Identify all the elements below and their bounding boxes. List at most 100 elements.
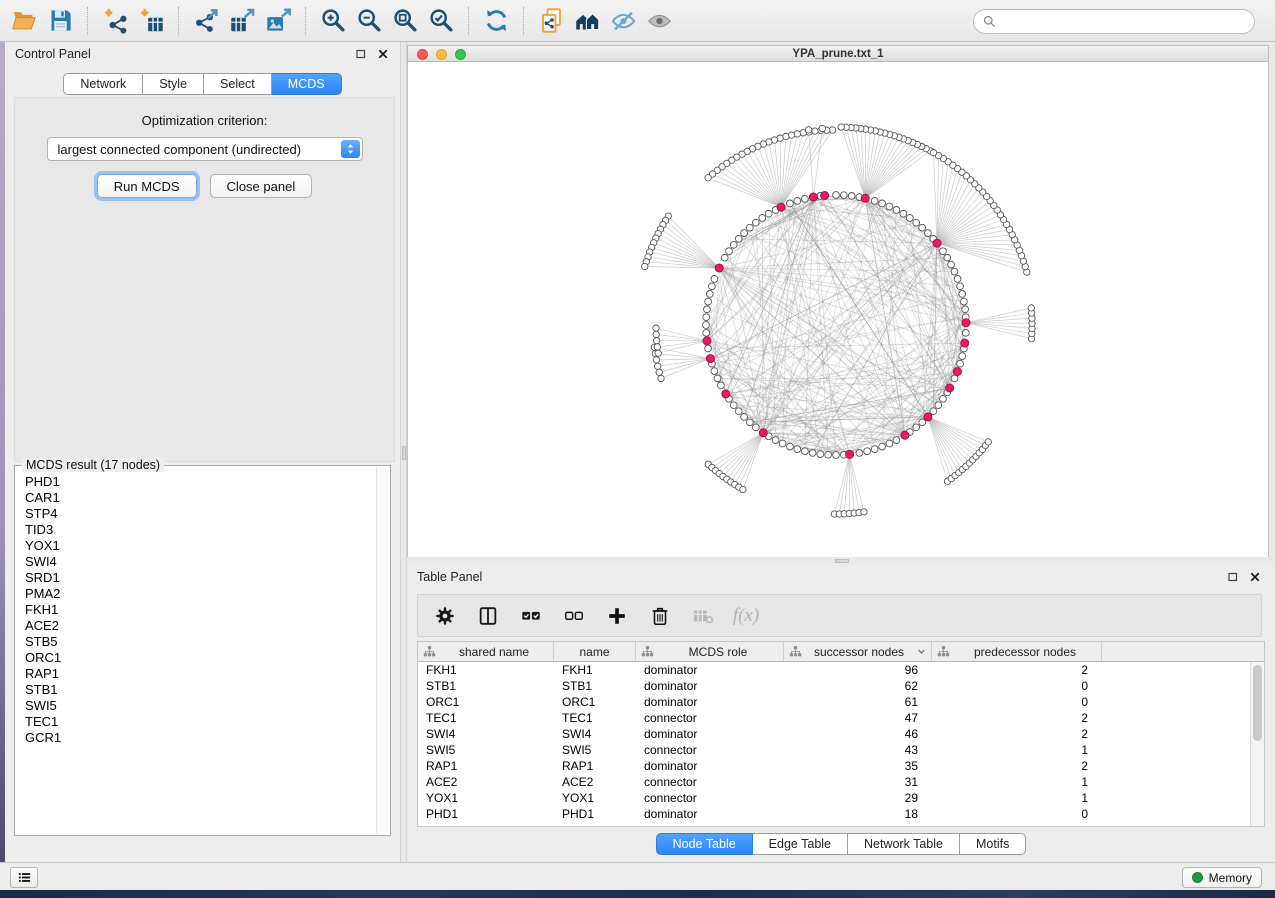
network-node[interactable] xyxy=(879,200,886,207)
zoom-out-button[interactable] xyxy=(351,3,387,39)
network-mcds-node[interactable] xyxy=(961,339,969,347)
hide-selected-button[interactable] xyxy=(605,3,641,39)
network-mcds-node[interactable] xyxy=(715,264,723,272)
float-panel-button[interactable] xyxy=(353,46,368,61)
network-node[interactable] xyxy=(906,215,913,222)
network-mcds-node[interactable] xyxy=(953,368,961,376)
memory-button[interactable]: Memory xyxy=(1182,867,1262,888)
network-node[interactable] xyxy=(913,219,920,226)
network-node[interactable] xyxy=(746,224,753,231)
network-node[interactable] xyxy=(726,248,733,255)
network-node[interactable] xyxy=(759,215,766,222)
network-node[interactable] xyxy=(913,424,920,431)
column-header-predecessor-nodes[interactable]: predecessor nodes xyxy=(932,642,1102,661)
network-node[interactable] xyxy=(705,175,711,181)
splitter-grip[interactable] xyxy=(402,446,406,460)
open-file-button[interactable] xyxy=(6,3,42,39)
network-node[interactable] xyxy=(735,408,742,415)
network-node[interactable] xyxy=(893,437,900,444)
network-node[interactable] xyxy=(704,306,711,313)
network-node[interactable] xyxy=(655,350,661,356)
network-node[interactable] xyxy=(886,203,893,210)
network-node[interactable] xyxy=(705,345,712,352)
network-node[interactable] xyxy=(654,338,660,344)
network-node[interactable] xyxy=(721,254,728,261)
network-mcds-node[interactable] xyxy=(962,319,970,327)
network-node[interactable] xyxy=(703,322,710,329)
network-node[interactable] xyxy=(833,452,840,459)
table-row[interactable]: FKH1FKH1dominator962 xyxy=(418,662,1264,678)
network-node[interactable] xyxy=(741,230,748,237)
zoom-fit-button[interactable] xyxy=(387,3,423,39)
network-node[interactable] xyxy=(893,207,900,214)
table-scrollbar-thumb[interactable] xyxy=(1253,665,1262,741)
network-node[interactable] xyxy=(959,291,966,298)
network-mcds-node[interactable] xyxy=(901,431,909,439)
column-header-shared-name[interactable]: shared name xyxy=(418,642,554,661)
network-node[interactable] xyxy=(658,375,664,381)
network-node[interactable] xyxy=(746,419,753,426)
network-node[interactable] xyxy=(812,128,818,134)
network-node[interactable] xyxy=(711,276,718,283)
delete-column-button[interactable] xyxy=(647,603,673,629)
network-node[interactable] xyxy=(787,443,794,450)
network-node[interactable] xyxy=(705,298,712,305)
column-header-name[interactable]: name xyxy=(554,642,636,661)
network-node[interactable] xyxy=(856,450,863,457)
table-row[interactable]: STB1STB1dominator620 xyxy=(418,678,1264,694)
network-mcds-node[interactable] xyxy=(924,413,932,421)
zoom-selected-button[interactable] xyxy=(423,3,459,39)
network-node[interactable] xyxy=(740,486,746,492)
network-node[interactable] xyxy=(935,402,942,409)
network-node[interactable] xyxy=(730,241,737,248)
network-node[interactable] xyxy=(957,283,964,290)
column-header-successor-nodes[interactable]: successor nodes xyxy=(784,642,932,661)
table-settings-button[interactable] xyxy=(432,603,458,629)
network-node[interactable] xyxy=(654,344,660,350)
column-selector-button[interactable] xyxy=(475,603,501,629)
close-panel-button[interactable] xyxy=(375,46,390,61)
network-mcds-node[interactable] xyxy=(777,203,785,211)
network-node[interactable] xyxy=(741,414,748,421)
apply-layout-button[interactable] xyxy=(478,3,514,39)
network-node[interactable] xyxy=(848,193,855,200)
splitter-grip[interactable] xyxy=(835,559,849,563)
network-node[interactable] xyxy=(718,382,725,389)
network-node[interactable] xyxy=(779,440,786,447)
network-mcds-node[interactable] xyxy=(706,355,714,363)
tab-style[interactable]: Style xyxy=(143,73,204,95)
tab-network[interactable]: Network xyxy=(63,73,143,95)
import-network-button[interactable] xyxy=(97,3,133,39)
network-node[interactable] xyxy=(809,450,816,457)
network-node[interactable] xyxy=(948,261,955,268)
network-node[interactable] xyxy=(730,402,737,409)
tab-mcds[interactable]: MCDS xyxy=(272,73,342,95)
table-row[interactable]: ORC1ORC1dominator610 xyxy=(418,694,1264,710)
network-node[interactable] xyxy=(805,127,811,133)
run-mcds-button[interactable]: Run MCDS xyxy=(97,174,197,198)
network-node[interactable] xyxy=(735,235,742,242)
network-node[interactable] xyxy=(703,314,710,321)
zoom-in-button[interactable] xyxy=(315,3,351,39)
select-all-button[interactable] xyxy=(518,603,544,629)
network-node[interactable] xyxy=(752,219,759,226)
network-node[interactable] xyxy=(714,375,721,382)
close-panel-button[interactable] xyxy=(1247,569,1262,584)
table-row[interactable]: PHD1PHD1dominator180 xyxy=(418,806,1264,822)
network-mcds-node[interactable] xyxy=(722,390,730,398)
network-node[interactable] xyxy=(802,448,809,455)
save-session-button[interactable] xyxy=(42,3,78,39)
network-node[interactable] xyxy=(961,298,968,305)
network-node[interactable] xyxy=(765,210,772,217)
network-node[interactable] xyxy=(871,446,878,453)
network-node[interactable] xyxy=(709,283,716,290)
network-node[interactable] xyxy=(900,210,907,217)
network-mcds-node[interactable] xyxy=(946,384,954,392)
search-input[interactable] xyxy=(1002,15,1246,29)
table-row[interactable]: RAP1RAP1dominator352 xyxy=(418,758,1264,774)
network-node[interactable] xyxy=(871,198,878,205)
network-graph[interactable] xyxy=(408,62,1268,555)
network-node[interactable] xyxy=(706,291,713,298)
network-node[interactable] xyxy=(653,357,659,363)
network-node[interactable] xyxy=(962,329,969,336)
